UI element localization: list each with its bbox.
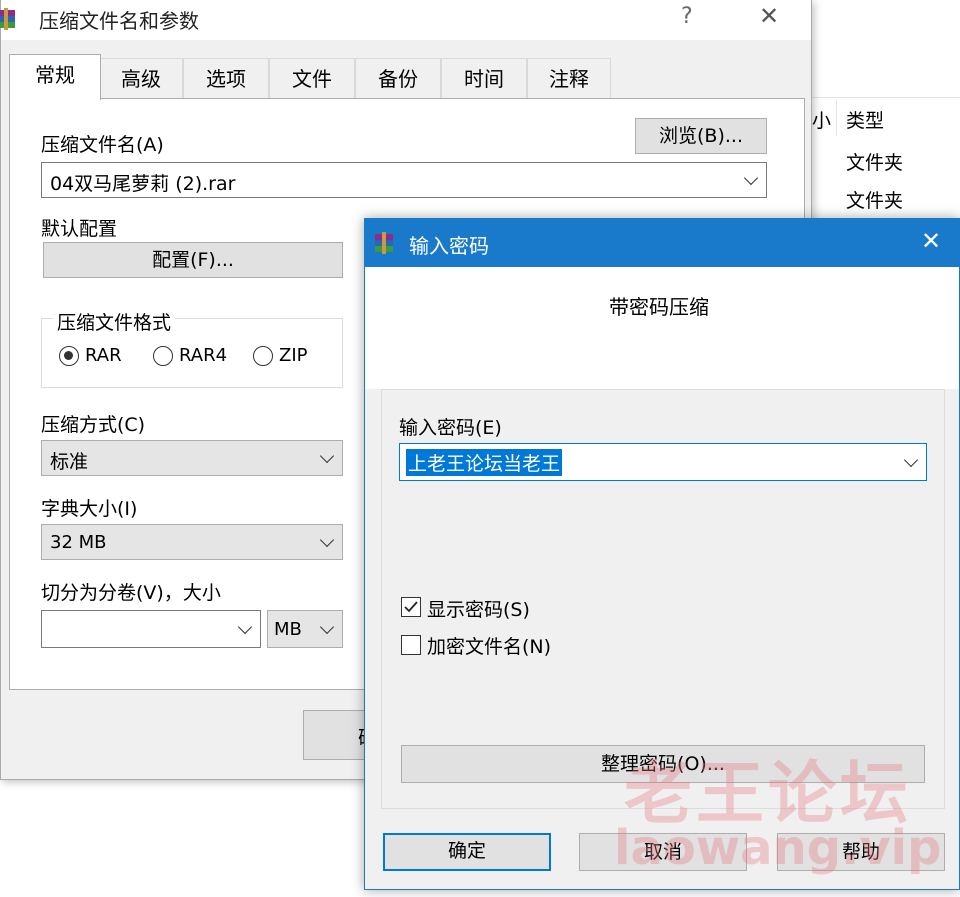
- encrypt-names-label[interactable]: 加密文件名(N): [427, 632, 551, 659]
- method-label: 压缩方式(C): [41, 414, 146, 436]
- password-header-area: [365, 267, 959, 389]
- type-column-header[interactable]: 类型: [846, 106, 884, 133]
- password-value: 上老王论坛当老王: [406, 449, 563, 476]
- show-password-checkbox[interactable]: [401, 597, 421, 617]
- password-title-bar: 输入密码 ✕: [365, 219, 959, 267]
- split-size-input[interactable]: [41, 610, 261, 648]
- archive-name-label: 压缩文件名(A): [41, 134, 164, 156]
- tab-backup[interactable]: 备份: [355, 58, 441, 98]
- profile-button[interactable]: 配置(F)...: [43, 242, 343, 278]
- dialog-title: 压缩文件名和参数: [39, 9, 199, 33]
- archive-name-value: 04双马尾萝莉 (2).rar: [50, 173, 236, 195]
- tab-general[interactable]: 常规: [9, 54, 101, 100]
- winrar-icon: [0, 8, 15, 30]
- chevron-down-icon[interactable]: [743, 170, 759, 186]
- size-column-header[interactable]: 小: [812, 106, 831, 133]
- password-input[interactable]: 上老王论坛当老王: [399, 443, 927, 481]
- checkmark-icon: [404, 601, 418, 613]
- radio-zip[interactable]: [253, 346, 273, 366]
- chevron-down-icon: [319, 619, 335, 635]
- archive-name-input[interactable]: 04双马尾萝莉 (2).rar: [41, 162, 767, 198]
- default-profile-label: 默认配置: [41, 218, 118, 240]
- dict-label: 字典大小(I): [41, 498, 138, 520]
- method-select[interactable]: 标准: [41, 440, 343, 476]
- chevron-down-icon: [319, 532, 335, 548]
- tab-advanced[interactable]: 高级: [99, 58, 183, 98]
- split-label: 切分为分卷(V)，大小: [41, 582, 221, 604]
- header-divider: [812, 97, 960, 98]
- background-file-list: 小 类型 文件夹 文件夹: [812, 0, 960, 250]
- encrypt-names-checkbox[interactable]: [401, 635, 421, 655]
- watermark-text-en: laowang.vip: [614, 820, 942, 876]
- column-separator: [836, 100, 837, 136]
- file-type-cell: 文件夹: [846, 190, 904, 212]
- tab-files[interactable]: 文件: [269, 58, 355, 98]
- dict-select[interactable]: 32 MB: [41, 524, 343, 560]
- chevron-down-icon: [319, 448, 335, 464]
- dict-value: 32 MB: [50, 532, 107, 553]
- radio-rar4-label[interactable]: RAR4: [179, 345, 227, 366]
- method-value: 标准: [50, 451, 89, 473]
- split-unit-select[interactable]: MB: [267, 610, 343, 648]
- tab-comment[interactable]: 注释: [527, 58, 611, 98]
- tab-options[interactable]: 选项: [183, 58, 269, 98]
- chevron-down-icon[interactable]: [237, 619, 253, 635]
- chevron-down-icon[interactable]: [903, 452, 919, 468]
- radio-rar-label[interactable]: RAR: [85, 345, 122, 366]
- enter-password-label: 输入密码(E): [399, 417, 502, 439]
- confirm-button[interactable]: 确定: [383, 833, 551, 871]
- winrar-icon: [375, 232, 393, 254]
- tab-time[interactable]: 时间: [441, 58, 527, 98]
- show-password-label[interactable]: 显示密码(S): [427, 595, 530, 622]
- split-unit-value: MB: [274, 619, 302, 640]
- help-button[interactable]: ?: [681, 4, 693, 29]
- password-dialog-title: 输入密码: [409, 234, 489, 258]
- radio-zip-label[interactable]: ZIP: [279, 345, 308, 366]
- file-type-cell: 文件夹: [846, 152, 904, 174]
- password-heading: 带密码压缩: [609, 295, 709, 319]
- close-icon[interactable]: ✕: [759, 2, 779, 30]
- browse-button[interactable]: 浏览(B)...: [635, 118, 767, 154]
- radio-rar[interactable]: [59, 346, 79, 366]
- format-group-label: 压缩文件格式: [53, 308, 176, 335]
- close-icon[interactable]: ✕: [921, 227, 941, 255]
- title-bar: 压缩文件名和参数 ? ✕: [0, 0, 811, 40]
- radio-rar4[interactable]: [153, 346, 173, 366]
